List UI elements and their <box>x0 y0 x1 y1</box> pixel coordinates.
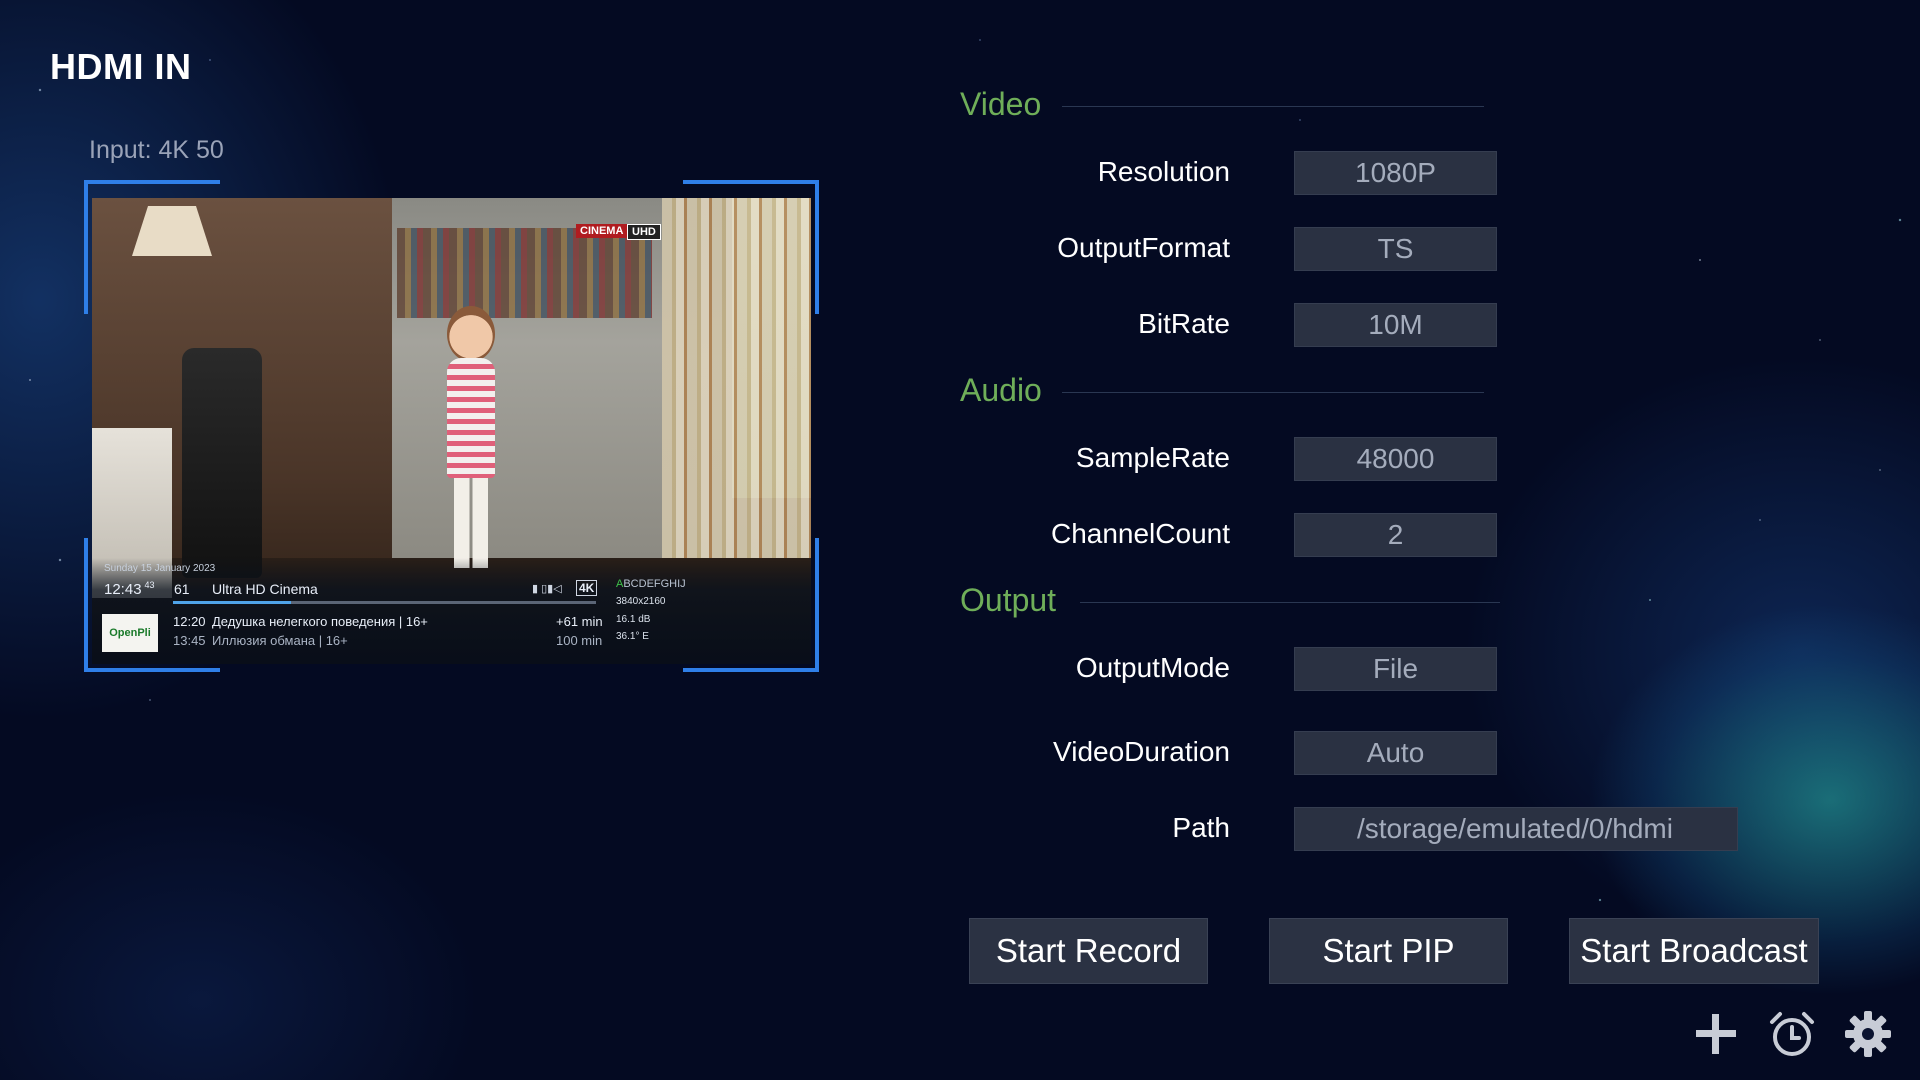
label-output-mode: OutputMode <box>1075 652 1230 683</box>
gear-icon[interactable] <box>1842 1008 1894 1060</box>
label-channel-count: ChannelCount <box>1050 518 1230 549</box>
osd-event-now-time: 12:20 <box>173 614 206 629</box>
bitrate-select[interactable]: 10M <box>1294 303 1497 347</box>
app-title: HDMI IN <box>50 46 192 87</box>
hdmi-preview[interactable]: CINEMA UHD Sunday 15 January 2023 12:43 4… <box>84 180 819 672</box>
osd-progress-bar <box>173 601 596 604</box>
section-title-video: Video <box>960 86 1042 122</box>
osd-channel-name: Ultra HD Cinema <box>212 581 318 597</box>
osd-time-seconds: 43 <box>144 580 155 590</box>
start-pip-button[interactable]: Start PIP <box>1269 918 1508 984</box>
scene-child-head <box>447 306 495 362</box>
osd-event-next-time: 13:45 <box>173 633 206 648</box>
resolution-select[interactable]: 1080P <box>1294 151 1497 195</box>
osd-progress-fill <box>173 601 292 604</box>
osd-channel-logo: OpenPli <box>102 614 158 652</box>
uhd-logo: UHD <box>627 224 661 240</box>
video-duration-select[interactable]: Auto <box>1294 731 1497 775</box>
osd-orbital-position: 36.1° E <box>616 631 649 642</box>
output-mode-select[interactable]: File <box>1294 647 1497 691</box>
section-divider <box>1062 392 1484 393</box>
plus-icon[interactable] <box>1690 1008 1742 1060</box>
osd-satellite-rest: BCDEFGHIJ <box>623 578 686 590</box>
section-title-output: Output <box>960 582 1057 618</box>
osd-event-now-title: Дедушка нелегкого поведения | 16+ <box>212 614 428 629</box>
label-resolution: Resolution <box>1097 156 1230 187</box>
scene-child-dress <box>447 358 495 478</box>
label-path: Path <box>1172 812 1230 843</box>
label-video-duration: VideoDuration <box>1053 736 1230 767</box>
osd-event-next-duration: 100 min <box>556 633 603 648</box>
osd-4k-badge: 4K <box>576 580 598 596</box>
osd-channel-number: 61 <box>174 581 190 597</box>
section-title-audio: Audio <box>960 372 1042 408</box>
osd-date: Sunday 15 January 2023 <box>104 563 216 574</box>
scene-golf-bag <box>182 348 262 578</box>
osd-infobar: Sunday 15 January 2023 12:43 43 61 Ultra … <box>92 558 811 664</box>
osd-event-next-title: Иллюзия обмана | 16+ <box>212 633 348 648</box>
input-signal-label: Input: 4K 50 <box>89 136 224 164</box>
osd-time-main: 12:43 <box>104 581 142 598</box>
sample-rate-select[interactable]: 48000 <box>1294 437 1497 481</box>
start-record-button[interactable]: Start Record <box>969 918 1208 984</box>
osd-signal: 16.1 dB <box>616 614 651 625</box>
scene-child-legs <box>454 478 488 568</box>
label-bitrate: BitRate <box>1138 308 1230 339</box>
section-divider <box>1080 602 1500 603</box>
osd-resolution: 3840x2160 <box>616 596 666 607</box>
alarm-clock-icon[interactable] <box>1766 1008 1818 1060</box>
label-output-format: OutputFormat <box>1057 232 1230 263</box>
path-field[interactable]: /storage/emulated/0/hdmi <box>1294 807 1738 851</box>
scene-bookshelf <box>397 228 652 318</box>
label-sample-rate: SampleRate <box>1075 442 1230 473</box>
channel-count-select[interactable]: 2 <box>1294 513 1497 557</box>
section-divider <box>1062 106 1484 107</box>
osd-time: 12:43 43 <box>104 580 155 598</box>
preview-video: CINEMA UHD Sunday 15 January 2023 12:43 4… <box>92 198 811 664</box>
osd-satellite-letters: ABCDEFGHIJ <box>616 578 686 590</box>
output-format-select[interactable]: TS <box>1294 227 1497 271</box>
start-broadcast-button[interactable]: Start Broadcast <box>1569 918 1819 984</box>
osd-status-icons: ▮ ▯▮◁ <box>532 583 562 595</box>
cinema-logo: CINEMA <box>576 224 628 238</box>
osd-event-now-remaining: +61 min <box>556 614 603 629</box>
